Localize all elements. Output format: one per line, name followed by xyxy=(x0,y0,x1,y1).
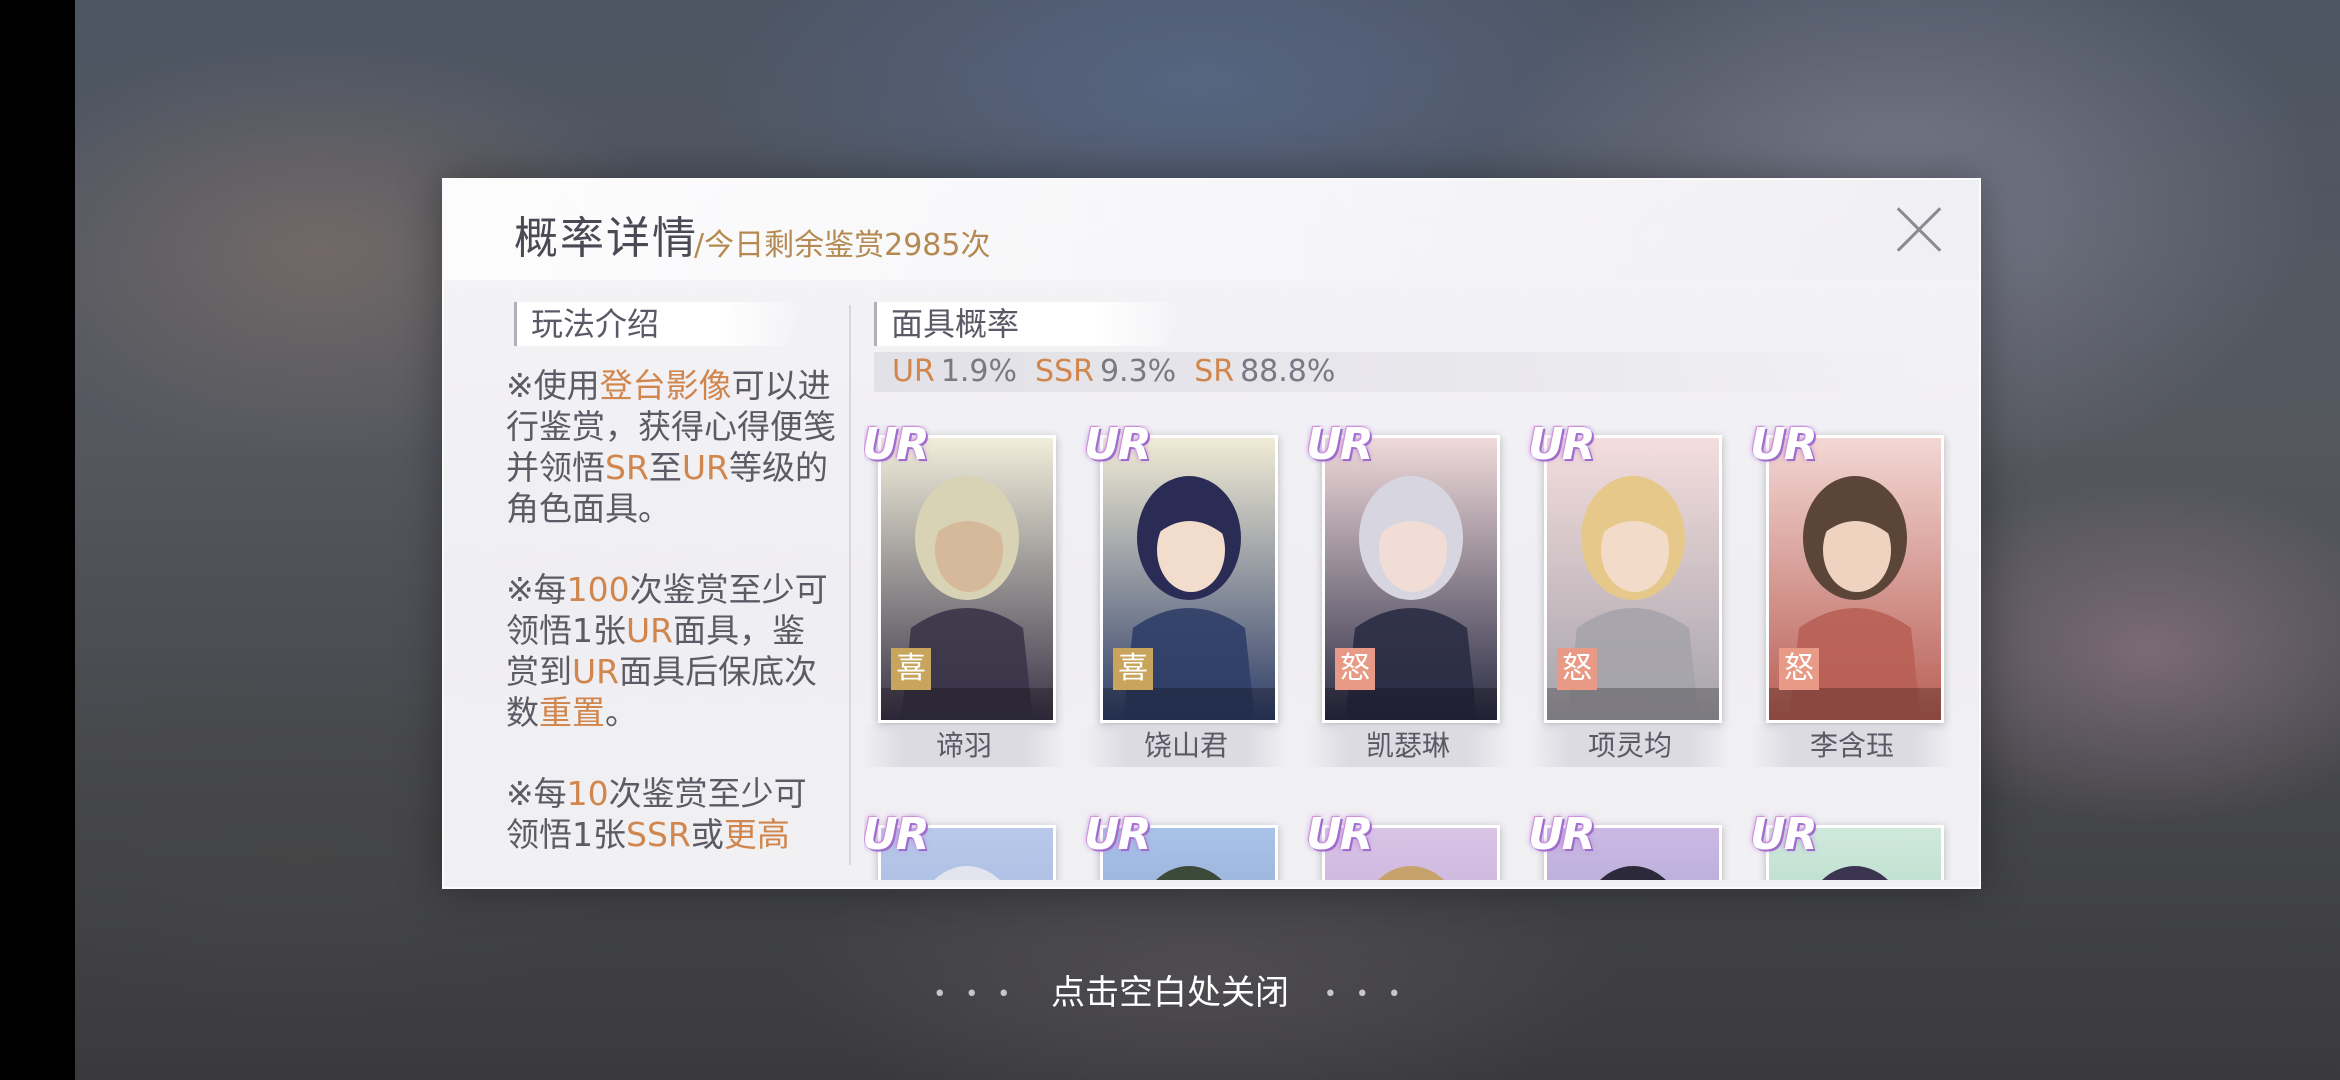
dots-right-icon: • • • xyxy=(1323,982,1407,1007)
rank-badge: UR xyxy=(864,425,930,470)
character-name: 谛羽 xyxy=(864,725,1064,767)
rules-section-tab: 玩法介绍 xyxy=(514,302,806,346)
rules-highlight: SR xyxy=(605,448,649,487)
character-name: 饶山君 xyxy=(1086,725,1286,767)
emotion-badge: 怒 xyxy=(1779,648,1819,690)
card-portrait: 怒 xyxy=(1544,435,1722,723)
rank-badge: UR xyxy=(1084,425,1152,470)
emotion-badge: 怒 xyxy=(1557,648,1597,690)
rules-segment: ※使用 xyxy=(506,366,600,405)
rules-segment: 。 xyxy=(605,693,638,732)
rate-value: 88.8% xyxy=(1240,354,1336,389)
rules-paragraph: ※使用登台影像可以进行鉴赏，获得心得便笺并领悟SR至UR等级的角色面具。 xyxy=(506,365,836,529)
rules-highlight: 登台影像 xyxy=(599,366,732,405)
rank-badge: UR xyxy=(1528,809,1596,860)
rank-badge: UR xyxy=(1306,809,1374,860)
rate-item: SR 88.8% xyxy=(1194,352,1335,392)
rules-segment: 或 xyxy=(690,815,724,854)
rules-highlight: UR xyxy=(572,652,620,691)
rules-highlight: UR xyxy=(626,611,674,650)
rate-rank: UR xyxy=(892,354,935,389)
mask-card-grid[interactable]: 喜 UR 谛羽 喜 UR 饶山君 怒 UR 凯瑟琳 怒 UR 项灵均 怒 UR 李含 xyxy=(864,425,1964,880)
rules-segment: ※每 xyxy=(506,570,567,609)
dialog-title: 概率详情 xyxy=(514,213,698,264)
character-name: 项灵均 xyxy=(1530,725,1730,767)
rate-section-tab: 面具概率 xyxy=(874,302,1186,346)
emotion-badge: 喜 xyxy=(891,648,931,690)
card-portrait: 怒 xyxy=(1322,435,1500,723)
rules-highlight: 更高 xyxy=(723,815,790,854)
remaining-appraisals: /今日剩余鉴赏2985次 xyxy=(694,228,991,263)
rules-highlight: 10 xyxy=(566,774,609,813)
rules-segment: 至 xyxy=(648,448,682,487)
close-icon[interactable] xyxy=(1894,205,1944,255)
dismiss-text: 点击空白处关闭 xyxy=(1051,973,1289,1013)
rate-item: SSR 9.3% xyxy=(1035,352,1176,392)
rules-paragraph: ※每10次鉴赏至少可领悟1张SSR或更高 xyxy=(506,773,836,855)
rate-rank: SR xyxy=(1194,354,1235,389)
character-name: 李含珏 xyxy=(1752,725,1952,767)
rank-badge: UR xyxy=(1306,425,1374,470)
dismiss-hint[interactable]: • • • 点击空白处关闭 • • • xyxy=(0,965,2340,1014)
emotion-badge: 喜 xyxy=(1113,648,1153,690)
rules-segment: ※每 xyxy=(506,774,567,813)
rules-highlight: 100 xyxy=(566,570,630,609)
rate-value: 1.9% xyxy=(940,354,1018,389)
rate-item: UR 1.9% xyxy=(892,352,1017,392)
rate-bar: UR 1.9% SSR 9.3% SR 88.8% xyxy=(874,352,1924,392)
rank-badge: UR xyxy=(1528,425,1596,470)
rate-rank: SSR xyxy=(1035,354,1094,389)
rules-paragraph: ※每100次鉴赏至少可领悟1张UR面具，鉴赏到UR面具后保底次数重置。 xyxy=(506,569,836,733)
rank-badge: UR xyxy=(1750,809,1818,860)
rank-badge: UR xyxy=(864,809,930,860)
rank-badge: UR xyxy=(1750,425,1818,470)
card-portrait: 喜 xyxy=(1100,435,1278,723)
screen-edge-bar xyxy=(0,0,75,1080)
rules-highlight: UR xyxy=(681,448,729,487)
column-divider xyxy=(849,305,851,865)
rules-text[interactable]: ※使用登台影像可以进行鉴赏，获得心得便笺并领悟SR至UR等级的角色面具。 ※每10… xyxy=(506,365,836,861)
dots-left-icon: • • • xyxy=(933,982,1017,1007)
rules-highlight: SSR xyxy=(626,815,691,854)
rules-highlight: 重置 xyxy=(539,693,605,732)
character-name: 凯瑟琳 xyxy=(1308,725,1508,767)
rate-value: 9.3% xyxy=(1099,354,1177,389)
card-portrait: 喜 xyxy=(878,435,1056,723)
emotion-badge: 怒 xyxy=(1335,648,1375,690)
probability-dialog: 概率详情 /今日剩余鉴赏2985次 玩法介绍 ※使用登台影像可以进行鉴赏，获得心… xyxy=(442,178,1981,889)
card-portrait: 怒 xyxy=(1766,435,1944,723)
rank-badge: UR xyxy=(1084,809,1152,860)
